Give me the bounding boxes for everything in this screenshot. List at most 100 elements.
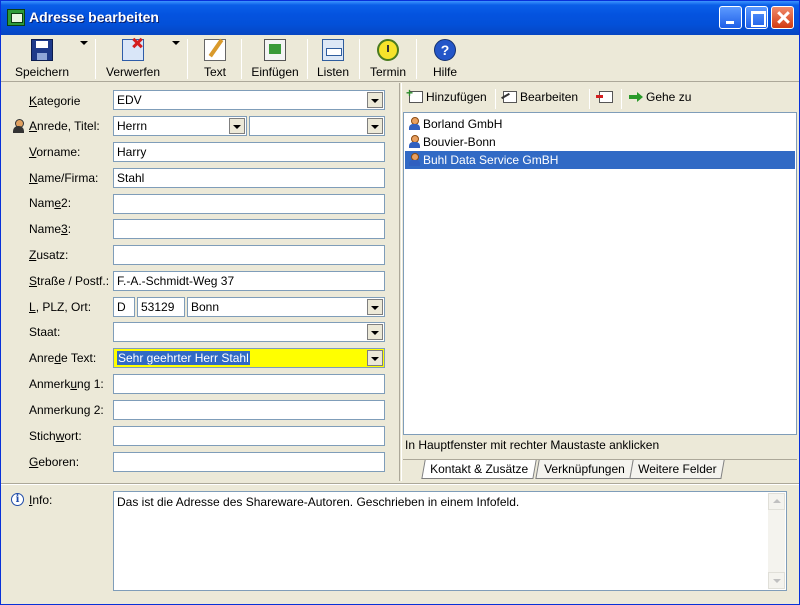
toolbar-separator: [241, 39, 242, 79]
keyword-label: Stichwort:: [29, 429, 82, 443]
close-button[interactable]: [771, 6, 794, 29]
discard-label: Verwerfen: [105, 65, 161, 79]
horizontal-splitter[interactable]: [1, 483, 799, 485]
salutation-value: Herrn: [117, 119, 148, 133]
scroll-up-icon[interactable]: [768, 493, 785, 510]
category-value: EDV: [117, 93, 142, 107]
country-code-input[interactable]: D: [113, 297, 135, 317]
chevron-down-icon[interactable]: [367, 118, 383, 134]
insert-button[interactable]: Einfügen: [247, 37, 303, 79]
edit-link-button[interactable]: Bearbeiten: [503, 90, 578, 104]
zip-input[interactable]: 53129: [137, 297, 185, 317]
save-dropdown-arrow[interactable]: [80, 41, 88, 45]
toolbar-separator: [416, 39, 417, 79]
main-toolbar: Speichern Verwerfen Text Einfügen Listen…: [1, 35, 799, 82]
tab-strip: Kontakt & Zusätze Verknüpfungen Weitere …: [403, 459, 797, 481]
toolbar-separator: [187, 39, 188, 79]
address-edit-window: Adresse bearbeiten Speichern Verwerfen T…: [0, 0, 800, 605]
info-icon: i: [11, 493, 24, 506]
toolbar-separator: [359, 39, 360, 79]
born-label: Geboren:: [29, 455, 80, 469]
linked-items-list[interactable]: Borland GmbH Bouvier-Bonn Buhl Data Serv…: [403, 112, 797, 435]
name-label: Name/Firma:: [29, 171, 99, 185]
info-textarea[interactable]: Das ist die Adresse des Shareware-Autore…: [113, 491, 787, 591]
name3-input[interactable]: [113, 219, 385, 239]
links-toolbar: Hinzufügen Bearbeiten Gehe zu: [403, 86, 797, 111]
list-item[interactable]: Borland GmbH: [405, 115, 795, 133]
category-select[interactable]: EDV: [113, 90, 385, 110]
lists-button[interactable]: Listen: [312, 37, 354, 79]
tab-links[interactable]: Verknüpfungen: [535, 460, 634, 479]
salutation-label: Anrede, Titel:: [29, 119, 100, 133]
chevron-down-icon[interactable]: [367, 350, 383, 366]
salutation-text-select[interactable]: Sehr geehrter Herr Stahl: [113, 348, 385, 368]
chevron-down-icon[interactable]: [367, 299, 383, 315]
addition-input[interactable]: [113, 245, 385, 265]
delete-link-button[interactable]: [596, 90, 616, 104]
title-bar[interactable]: Adresse bearbeiten: [1, 1, 799, 35]
street-input[interactable]: F.-A.-Schmidt-Weg 37: [113, 271, 385, 291]
discard-dropdown-arrow[interactable]: [172, 41, 180, 45]
state-select[interactable]: [113, 322, 385, 342]
salutation-select[interactable]: Herrn: [113, 116, 247, 136]
tab-more-fields[interactable]: Weitere Felder: [629, 460, 726, 479]
toolbar-separator: [95, 39, 96, 79]
person-icon: [409, 135, 420, 148]
edit-icon: [503, 91, 517, 103]
info-scrollbar[interactable]: [768, 493, 785, 589]
discard-button[interactable]: Verwerfen: [101, 37, 165, 79]
add-link-button[interactable]: Hinzufügen: [406, 86, 487, 104]
person-icon: [409, 153, 420, 166]
alarm-clock-icon: [377, 39, 399, 61]
note2-input[interactable]: [113, 400, 385, 420]
person-icon: [409, 117, 420, 130]
window-title: Adresse bearbeiten: [29, 9, 159, 25]
name2-input[interactable]: [113, 194, 385, 214]
appointment-button[interactable]: Termin: [365, 37, 411, 79]
text-button[interactable]: Text: [193, 37, 237, 79]
street-label: Straße / Postf.:: [29, 274, 110, 288]
arrow-right-icon: [629, 91, 643, 103]
lists-label: Listen: [316, 65, 350, 79]
hint-text: In Hauptfenster mit rechter Maustaste an…: [405, 438, 660, 452]
maximize-button[interactable]: [745, 6, 768, 29]
text-label: Text: [203, 65, 226, 79]
appointment-label: Termin: [369, 65, 406, 79]
save-label: Speichern: [14, 65, 70, 79]
panel-splitter[interactable]: [399, 83, 402, 481]
scroll-down-icon[interactable]: [768, 572, 785, 589]
note1-label: Anmerkung 1:: [29, 377, 104, 391]
chevron-down-icon[interactable]: [229, 118, 245, 134]
category-label: Kategorie: [29, 94, 81, 108]
toolbar-separator: [495, 89, 496, 109]
minimize-button[interactable]: [719, 6, 742, 29]
born-input[interactable]: [113, 452, 385, 472]
toolbar-separator: [307, 39, 308, 79]
toolbar-separator: [589, 89, 590, 109]
person-icon[interactable]: [12, 119, 25, 133]
insert-icon: [264, 39, 286, 61]
chevron-down-icon[interactable]: [367, 92, 383, 108]
keyword-input[interactable]: [113, 426, 385, 446]
goto-button[interactable]: Gehe zu: [629, 90, 691, 104]
app-icon: [7, 9, 25, 26]
city-value: Bonn: [191, 300, 220, 314]
addition-label: Zusatz:: [29, 248, 69, 262]
floppy-disk-icon: [31, 39, 53, 61]
save-button[interactable]: Speichern: [9, 37, 75, 79]
list-item[interactable]: Buhl Data Service GmBH: [405, 151, 795, 169]
list-item[interactable]: Bouvier-Bonn: [405, 133, 795, 151]
firstname-input[interactable]: Harry: [113, 142, 385, 162]
salutation-text-value: Sehr geehrter Herr Stahl: [117, 351, 250, 365]
window-list-icon: [322, 39, 344, 61]
info-label: Info:: [29, 493, 53, 507]
salutation-text-label: Anrede Text:: [29, 351, 97, 365]
chevron-down-icon[interactable]: [367, 324, 383, 340]
note1-input[interactable]: [113, 374, 385, 394]
discard-icon: [122, 39, 144, 61]
title-select[interactable]: [249, 116, 385, 136]
tab-contact[interactable]: Kontakt & Zusätze: [421, 460, 537, 479]
name-input[interactable]: Stahl: [113, 168, 385, 188]
city-select[interactable]: Bonn: [187, 297, 385, 317]
help-button[interactable]: ? Hilfe: [425, 37, 465, 79]
